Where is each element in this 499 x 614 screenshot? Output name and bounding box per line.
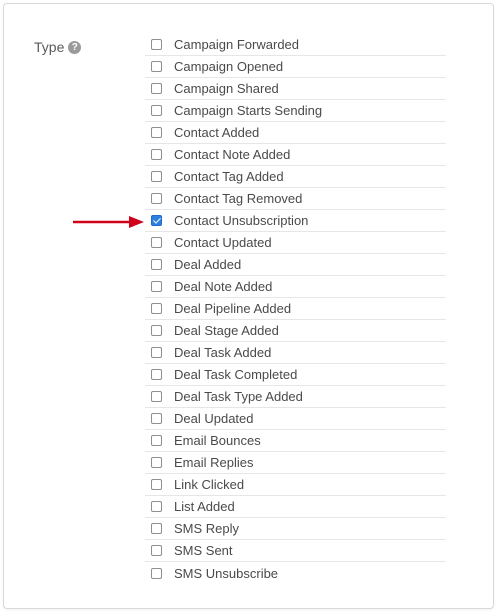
type-option-campaign-opened[interactable]: Campaign Opened	[145, 56, 446, 78]
type-option-label: SMS Reply	[174, 521, 240, 536]
type-option-label: Deal Added	[174, 257, 242, 272]
help-icon[interactable]: ?	[68, 40, 82, 54]
type-option-contact-note-added[interactable]: Contact Note Added	[145, 144, 446, 166]
type-option-label: Deal Updated	[174, 411, 254, 426]
type-option-contact-unsubscription[interactable]: Contact Unsubscription	[145, 210, 446, 232]
checkbox[interactable]	[151, 545, 162, 556]
type-option-label: Contact Tag Added	[174, 169, 284, 184]
type-option-contact-updated[interactable]: Contact Updated	[145, 232, 446, 254]
type-option-deal-task-completed[interactable]: Deal Task Completed	[145, 364, 446, 386]
type-option-label: Contact Unsubscription	[174, 213, 309, 228]
type-option-deal-pipeline-added[interactable]: Deal Pipeline Added	[145, 298, 446, 320]
checkbox[interactable]	[151, 435, 162, 446]
type-option-deal-task-added[interactable]: Deal Task Added	[145, 342, 446, 364]
checkbox[interactable]	[151, 259, 162, 270]
type-option-contact-tag-added[interactable]: Contact Tag Added	[145, 166, 446, 188]
checkbox[interactable]	[151, 193, 162, 204]
type-option-contact-tag-removed[interactable]: Contact Tag Removed	[145, 188, 446, 210]
checkbox[interactable]	[151, 413, 162, 424]
type-option-label: Deal Task Added	[174, 345, 272, 360]
checkbox[interactable]	[151, 391, 162, 402]
checkbox[interactable]	[151, 149, 162, 160]
type-option-email-bounces[interactable]: Email Bounces	[145, 430, 446, 452]
type-option-label: Campaign Starts Sending	[174, 103, 323, 118]
checkbox[interactable]	[151, 83, 162, 94]
type-checkbox-list: Campaign Forwarded Campaign Opened Campaig…	[145, 34, 446, 584]
type-option-label: Campaign Shared	[174, 81, 279, 96]
checkbox[interactable]	[151, 105, 162, 116]
type-option-label: Deal Stage Added	[174, 323, 279, 338]
type-option-label: Deal Note Added	[174, 279, 273, 294]
type-option-sms-sent[interactable]: SMS Sent	[145, 540, 446, 562]
checkbox[interactable]	[151, 479, 162, 490]
checkbox-checked[interactable]	[151, 215, 162, 226]
checkbox[interactable]	[151, 61, 162, 72]
type-option-label: Deal Pipeline Added	[174, 301, 292, 316]
checkbox[interactable]	[151, 303, 162, 314]
type-option-label: List Added	[174, 499, 235, 514]
type-option-campaign-forwarded[interactable]: Campaign Forwarded	[145, 34, 446, 56]
type-option-label: SMS Sent	[174, 543, 233, 558]
type-option-campaign-shared[interactable]: Campaign Shared	[145, 78, 446, 100]
type-option-list-added[interactable]: List Added	[145, 496, 446, 518]
checkbox[interactable]	[151, 501, 162, 512]
checkbox[interactable]	[151, 127, 162, 138]
checkbox[interactable]	[151, 171, 162, 182]
type-option-label: Contact Added	[174, 125, 260, 140]
checkbox[interactable]	[151, 369, 162, 380]
checkbox[interactable]	[151, 237, 162, 248]
type-option-campaign-starts-sending[interactable]: Campaign Starts Sending	[145, 100, 446, 122]
type-option-deal-task-type-added[interactable]: Deal Task Type Added	[145, 386, 446, 408]
type-option-label: Contact Note Added	[174, 147, 291, 162]
type-option-contact-added[interactable]: Contact Added	[145, 122, 446, 144]
type-option-deal-note-added[interactable]: Deal Note Added	[145, 276, 446, 298]
checkbox[interactable]	[151, 523, 162, 534]
arrow-head	[129, 216, 144, 228]
type-option-label: Deal Task Type Added	[174, 389, 303, 404]
type-option-label: Link Clicked	[174, 477, 245, 492]
type-option-deal-updated[interactable]: Deal Updated	[145, 408, 446, 430]
type-option-label: Deal Task Completed	[174, 367, 298, 382]
checkbox[interactable]	[151, 567, 162, 579]
type-option-sms-unsubscribe[interactable]: SMS Unsubscribe	[145, 562, 446, 584]
red-arrow-icon	[73, 216, 144, 228]
type-option-label: SMS Unsubscribe	[174, 565, 279, 581]
checkbox[interactable]	[151, 39, 162, 50]
type-option-label: Campaign Opened	[174, 59, 284, 74]
type-option-deal-added[interactable]: Deal Added	[145, 254, 446, 276]
checkbox[interactable]	[151, 347, 162, 358]
type-option-label: Contact Updated	[174, 235, 272, 250]
type-option-label: Email Bounces	[174, 433, 261, 448]
type-option-label: Email Replies	[174, 455, 254, 470]
checkbox[interactable]	[151, 281, 162, 292]
type-option-label: Contact Tag Removed	[174, 191, 303, 206]
type-option-label: Campaign Forwarded	[174, 37, 300, 52]
type-field-label: Type ?	[34, 39, 82, 55]
type-option-sms-reply[interactable]: SMS Reply	[145, 518, 446, 540]
type-label-text: Type	[34, 39, 65, 55]
type-option-deal-stage-added[interactable]: Deal Stage Added	[145, 320, 446, 342]
type-option-email-replies[interactable]: Email Replies	[145, 452, 446, 474]
type-option-link-clicked[interactable]: Link Clicked	[145, 474, 446, 496]
checkbox[interactable]	[151, 457, 162, 468]
checkbox[interactable]	[151, 325, 162, 336]
